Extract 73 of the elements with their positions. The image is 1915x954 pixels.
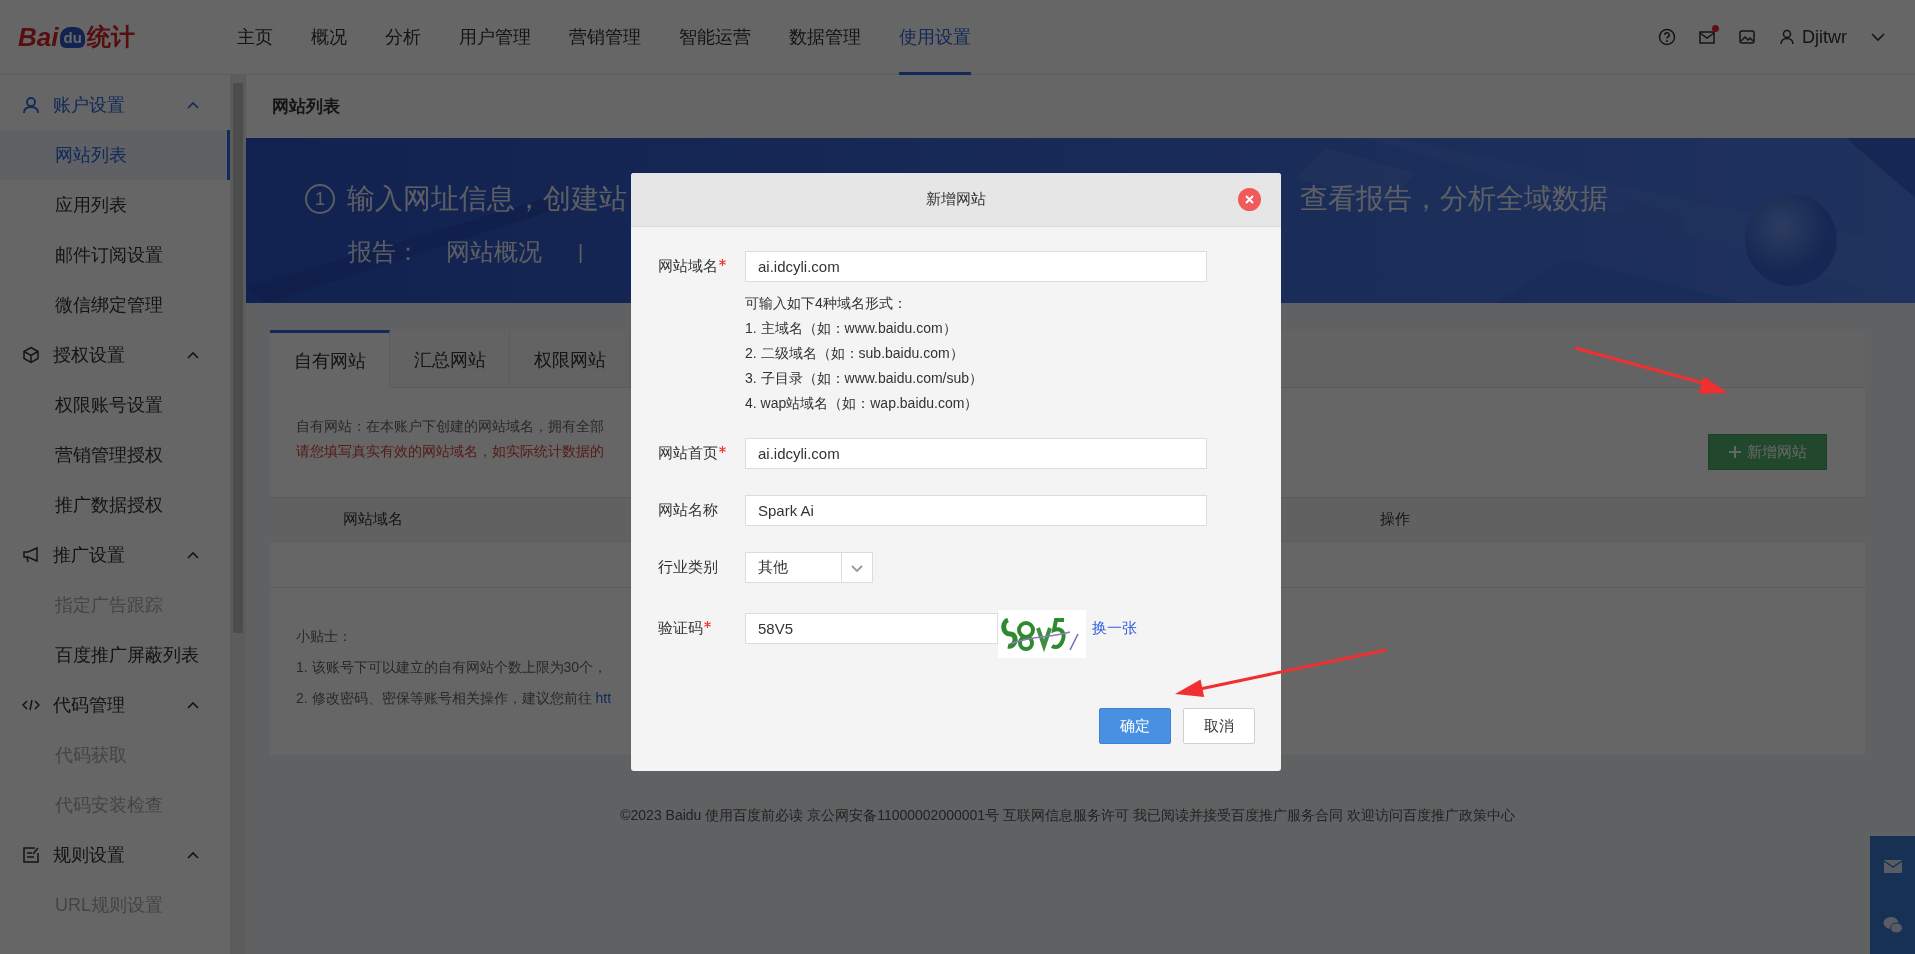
close-icon (1245, 195, 1254, 204)
user-icon (1778, 28, 1796, 46)
tab[interactable]: 自有网站 (270, 330, 390, 388)
sidebar-item[interactable]: 应用列表 (0, 180, 230, 230)
cube-icon (22, 346, 40, 364)
captcha-field[interactable]: 58V5 (745, 613, 998, 644)
mail-icon[interactable] (1698, 28, 1716, 46)
person-icon (22, 96, 40, 114)
report-link[interactable]: 网站概况 (446, 236, 542, 268)
field-label: 网站首页 (658, 444, 718, 463)
page-title: 网站列表 (272, 96, 340, 118)
tab[interactable]: 汇总网站 (390, 330, 510, 387)
tab[interactable]: 权限网站 (510, 330, 630, 387)
sidebar-group[interactable]: 规则设置 (0, 830, 230, 880)
refresh-link[interactable]: 换一张 (1092, 613, 1137, 644)
hint-text: 1. 主域名（如：www.baidu.com） (745, 319, 958, 338)
confirm-button[interactable]: 确定 (1099, 708, 1171, 744)
nav-tab[interactable]: 主页 (237, 0, 273, 75)
tip-link[interactable]: htt (595, 690, 612, 706)
text-field[interactable]: Spark Ai (745, 495, 1207, 526)
step-number: 1 (305, 184, 335, 214)
column-header: 网站域名 (343, 510, 403, 529)
sidebar-group[interactable]: 推广设置 (0, 530, 230, 580)
tips-title: 小贴士： (296, 627, 352, 646)
hint-text: 3. 子目录（如：www.baidu.com/sub） (745, 369, 985, 388)
nav-tab[interactable]: 营销管理 (569, 0, 641, 75)
sidebar-group[interactable]: 代码管理 (0, 680, 230, 730)
sidebar-item[interactable]: 邮件订阅设置 (0, 230, 230, 280)
column-header: 操作 (1380, 510, 1410, 529)
text-field[interactable]: ai.idcyli.com (745, 251, 1207, 282)
field-label: 验证码 (658, 619, 703, 638)
nav-tab[interactable]: 用户管理 (459, 0, 531, 75)
sidebar-item[interactable]: 微信绑定管理 (0, 280, 230, 330)
hint-text: 2. 二级域名（如：sub.baidu.com） (745, 344, 965, 363)
sidebar-item[interactable]: 百度推广屏蔽列表 (0, 630, 230, 680)
hint-text: 可输入如下4种域名形式： (745, 294, 908, 313)
megaphone-icon (22, 546, 40, 564)
nav-tab[interactable]: 分析 (385, 0, 421, 75)
field-label: 行业类别 (658, 558, 718, 577)
separator: | (578, 240, 584, 264)
logo-text: 统计 (86, 22, 135, 52)
sidebar-item[interactable]: 推广数据授权 (0, 480, 230, 530)
image-icon[interactable] (1738, 28, 1756, 46)
nav-tab[interactable]: 智能运营 (679, 0, 751, 75)
banner-label: 报告： (348, 237, 420, 267)
field-label: 网站名称 (658, 501, 718, 520)
banner-text: 输入网址信息，创建站 (347, 182, 627, 216)
close-button[interactable] (1238, 188, 1261, 211)
description-text: 自有网站：在本账户下创建的网站域名，拥有全部 (296, 417, 604, 436)
banner-text: 查看报告，分析全域数据 (1300, 182, 1608, 216)
logo-text: Bai (18, 21, 59, 53)
dialog-title: 新增网站 (926, 190, 986, 209)
note-icon (22, 846, 40, 864)
nav-tab[interactable]: 概况 (311, 0, 347, 75)
help-icon[interactable] (1658, 28, 1676, 46)
tip-text: 2. 修改密码、密保等账号相关操作，建议您前往 htt (296, 689, 612, 708)
field-label: 网站域名 (658, 257, 718, 276)
plus-icon (1728, 445, 1742, 459)
industry-dropdown[interactable]: 其他 (745, 552, 873, 583)
user-name[interactable]: Djitwr (1802, 26, 1847, 48)
sidebar-item[interactable]: 权限账号设置 (0, 380, 230, 430)
footer-text: ©2023 Baidu 使用百度前必读 京公网安备11000002000001号 互联网信息服务许可 我已阅读并接受百度推广服务合同 欢迎访问百度推广政策中心 (620, 807, 1515, 823)
nav-tab[interactable]: 数据管理 (789, 0, 861, 75)
warning-text: 请您填写真实有效的网站域名，如实际统计数据的 (296, 442, 604, 461)
scrollbar[interactable] (230, 75, 246, 954)
text-field[interactable]: ai.idcyli.com (745, 438, 1207, 469)
hint-text: 4. wap站域名（如：wap.baidu.com） (745, 394, 980, 413)
sidebar-item[interactable]: 网站列表 (0, 130, 230, 180)
cancel-button[interactable]: 取消 (1183, 708, 1255, 744)
sidebar-item[interactable]: 营销管理授权 (0, 430, 230, 480)
sidebar-group[interactable]: 账户设置 (0, 80, 230, 130)
sidebar-group[interactable]: 授权设置 (0, 330, 230, 380)
logo-badge: du (60, 26, 85, 48)
